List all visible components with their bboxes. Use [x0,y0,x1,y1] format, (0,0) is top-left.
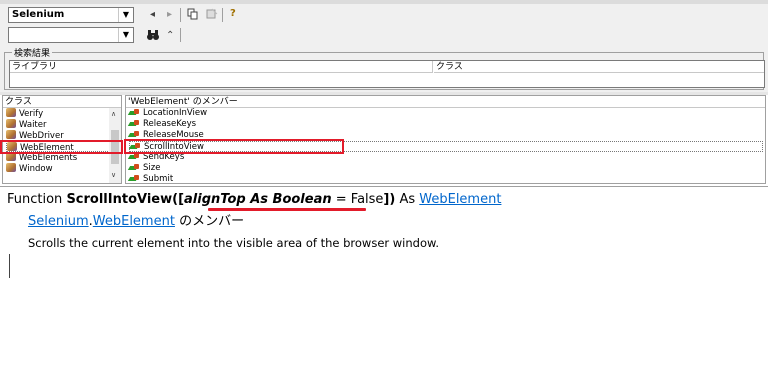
method-icon [129,131,140,138]
search-results-label: 検索結果 [12,46,53,59]
method-icon [129,120,140,127]
member-item-locationinview[interactable]: LocationInView [129,108,207,119]
member-of-line: Selenium.WebElement のメンバー [28,213,244,231]
member-item-label: ReleaseKeys [143,119,197,129]
class-item-label: Verify [19,109,44,119]
library-link[interactable]: Selenium [28,214,89,229]
view-definition-icon[interactable] [206,8,218,24]
library-combo-dropdown-icon[interactable]: ▼ [118,8,133,22]
library-combo[interactable]: Selenium ▼ [8,7,134,23]
scroll-up-icon[interactable]: ∧ [111,110,116,118]
highlight-box-class [0,140,123,154]
class-item-label: WebElements [19,153,78,163]
member-of-suffix: のメンバー [174,214,245,229]
member-item-label: Size [143,163,161,173]
class-item-verify[interactable]: Verify [6,108,43,119]
class-item-window[interactable]: Window [6,163,53,174]
details-signature: Function ScrollIntoView([alignTop As Boo… [7,191,501,209]
param-default: = False [331,192,384,207]
param-text: alignTop As Boolean [184,192,332,207]
member-item-label: LocationInView [143,108,208,118]
as-keyword: As [395,192,420,207]
classes-header[interactable]: クラス [3,96,121,108]
toolbar-separator [180,8,181,22]
class-icon [6,163,16,172]
param-underline-highlight [208,208,366,211]
scroll-down-icon[interactable]: ∨ [111,171,116,179]
class-icon [6,130,16,139]
binoculars-icon[interactable] [146,29,160,45]
toolbar-separator [222,8,223,22]
copy-icon[interactable] [187,8,199,24]
help-icon[interactable]: ? [230,8,236,20]
method-icon [129,164,140,171]
collapse-icon[interactable]: ⌃ [166,30,174,42]
return-type-link[interactable]: WebElement [419,192,501,207]
toolbar-separator [180,28,181,42]
method-icon [129,153,140,160]
back-icon[interactable]: ◂ [150,9,155,21]
member-item-releasekeys[interactable]: ReleaseKeys [129,119,196,130]
member-name: ScrollIntoView( [66,192,179,207]
highlight-box-member [124,139,344,154]
members-header[interactable]: 'WebElement' のメンバー [126,96,765,108]
search-text-combo[interactable]: ▼ [8,27,134,43]
text-cursor [9,254,10,278]
forward-icon[interactable]: ▸ [167,9,172,21]
class-icon [6,108,16,117]
class-link[interactable]: WebElement [93,214,175,229]
class-item-waiter[interactable]: Waiter [6,119,47,130]
class-item-label: Waiter [19,120,47,130]
search-results-col-library[interactable]: ライブラリ [10,61,433,73]
member-item-label: Submit [143,174,174,184]
member-item-submit[interactable]: Submit [129,174,174,184]
class-item-label: Window [19,164,53,174]
library-combo-value: Selenium [12,9,65,20]
class-icon [6,119,16,128]
member-description: Scrolls the current element into the vis… [28,236,440,250]
member-item-size[interactable]: Size [129,163,160,174]
toolbar-top-edge [0,0,768,4]
method-icon [129,175,140,182]
search-combo-dropdown-icon[interactable]: ▼ [118,28,133,42]
keyword-function: Function [7,192,63,207]
search-results-col-class[interactable]: クラス [434,61,764,73]
method-icon [129,109,140,116]
